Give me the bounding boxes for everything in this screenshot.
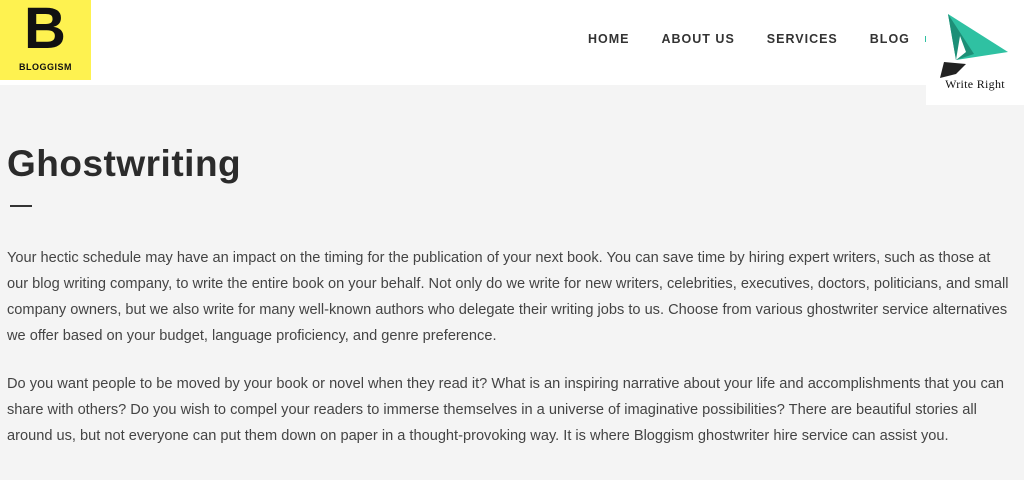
nav-blog[interactable]: BLOG xyxy=(870,31,910,47)
write-right-pen-icon xyxy=(940,14,1008,78)
nav-home[interactable]: HOME xyxy=(588,31,630,47)
logo-letter: B xyxy=(24,0,66,61)
site-header: B BLOGGISM HOME ABOUT US SERVICES BLOG xyxy=(0,0,1024,85)
bloggism-logo[interactable]: B BLOGGISM xyxy=(0,0,91,80)
nav-services[interactable]: SERVICES xyxy=(767,31,838,47)
nav-about-us[interactable]: ABOUT US xyxy=(662,31,735,47)
badge-label: Write Right xyxy=(945,77,1005,91)
title-underline xyxy=(10,205,32,207)
main-nav: HOME ABOUT US SERVICES BLOG xyxy=(588,31,942,47)
second-paragraph: Do you want people to be moved by your b… xyxy=(7,376,1004,444)
write-right-badge[interactable]: Write Right xyxy=(926,10,1024,105)
logo-name: BLOGGISM xyxy=(19,62,72,72)
intro-paragraph: Your hectic schedule may have an impact … xyxy=(7,250,1009,344)
page-title: Ghostwriting xyxy=(7,143,242,184)
